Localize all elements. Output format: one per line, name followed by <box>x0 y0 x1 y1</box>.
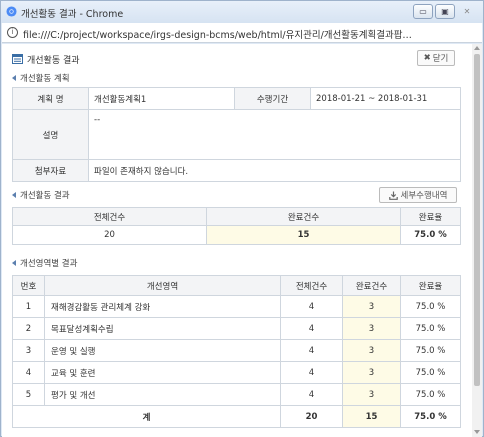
vertical-scrollbar[interactable] <box>472 44 482 437</box>
result-table: 전체건수 완료건수 완료율 20 15 75.0 % <box>12 207 461 245</box>
result-total: 20 <box>12 225 207 245</box>
row-rate: 75.0 % <box>400 383 461 406</box>
section-arrow-icon <box>12 75 16 81</box>
areas-section-label: 개선영역별 결과 <box>20 259 78 269</box>
info-icon[interactable]: i <box>7 27 18 38</box>
plan-period-label: 수행기간 <box>234 87 311 110</box>
row-rate: 75.0 % <box>400 361 461 384</box>
row-area: 교육 및 훈련 <box>44 361 281 384</box>
total-count: 20 <box>280 405 343 428</box>
row-number: 3 <box>12 339 45 362</box>
plan-attach-label: 첨부자료 <box>12 159 89 182</box>
total-label: 계 <box>12 405 281 428</box>
row-number: 2 <box>12 317 45 340</box>
plan-section-title: 개선활동 계획 <box>12 72 70 84</box>
row-rate: 75.0 % <box>400 295 461 318</box>
scroll-up-arrow-icon[interactable] <box>474 46 480 50</box>
plan-table: 계획 명 개선활동계획1 수행기간 2018-01-21 ~ 2018-01-3… <box>12 87 461 182</box>
row-total: 4 <box>280 339 343 362</box>
close-window-button[interactable]: ✕ <box>457 4 477 19</box>
title-bar[interactable]: 개선활동 결과 - Chrome ▭ ▣ ✕ <box>1 1 483 23</box>
row-number: 4 <box>12 361 45 384</box>
row-done: 3 <box>342 383 401 406</box>
plan-name-value: 개선활동계획1 <box>88 87 235 110</box>
result-rate: 75.0 % <box>400 225 461 245</box>
row-total: 4 <box>280 295 343 318</box>
row-number: 1 <box>12 295 45 318</box>
plan-section-label: 개선활동 계획 <box>20 74 70 84</box>
detail-history-label: 세부수행내역 <box>400 191 448 201</box>
chrome-icon <box>6 6 17 17</box>
plan-desc-value: -- <box>88 109 461 160</box>
plan-attach-value: 파일이 존재하지 않습니다. <box>88 159 461 182</box>
row-area: 재해경감활동 관리체계 강화 <box>44 295 281 318</box>
result-section-title: 개선활동 결과 <box>12 189 70 201</box>
row-total: 4 <box>280 317 343 340</box>
page-header: 개선활동 결과 <box>12 52 80 66</box>
row-area: 운영 및 실행 <box>44 339 281 362</box>
row-rate: 75.0 % <box>400 339 461 362</box>
row-done: 3 <box>342 317 401 340</box>
areas-header-rate: 완료율 <box>400 275 461 296</box>
table-row: 1 재해경감활동 관리체계 강화 4 3 75.0 % <box>12 295 461 318</box>
areas-header-no: 번호 <box>12 275 45 296</box>
table-row: 2 목표달성계획수립 4 3 75.0 % <box>12 317 461 340</box>
window-list-icon <box>12 54 23 64</box>
total-rate: 75.0 % <box>400 405 461 428</box>
total-done: 15 <box>342 405 401 428</box>
table-row: 4 교육 및 훈련 4 3 75.0 % <box>12 361 461 384</box>
window-title: 개선활동 결과 - Chrome <box>21 9 124 20</box>
download-icon <box>388 191 398 200</box>
areas-table: 번호 개선영역 전체건수 완료건수 완료율 1 재해경감활동 관리체계 강화 4… <box>12 275 461 428</box>
result-header-total: 전체건수 <box>12 207 207 226</box>
detail-history-button[interactable]: 세부수행내역 <box>379 187 457 203</box>
row-area: 목표달성계획수립 <box>44 317 281 340</box>
browser-window: 개선활동 결과 - Chrome ▭ ▣ ✕ i file:///C:/proj… <box>0 0 484 437</box>
row-total: 4 <box>280 383 343 406</box>
page-title: 개선활동 결과 <box>27 55 80 66</box>
section-arrow-icon <box>12 260 16 266</box>
plan-desc-label: 설명 <box>12 109 89 160</box>
areas-section-title: 개선영역별 결과 <box>12 257 77 269</box>
row-done: 3 <box>342 361 401 384</box>
result-row: 20 15 75.0 % <box>12 225 461 245</box>
row-area: 평가 및 개선 <box>44 383 281 406</box>
scroll-thumb[interactable] <box>474 54 480 386</box>
row-done: 3 <box>342 339 401 362</box>
scroll-down-arrow-icon[interactable] <box>474 430 480 434</box>
plan-period-value: 2018-01-21 ~ 2018-01-31 <box>310 87 461 110</box>
areas-header-area: 개선영역 <box>44 275 281 296</box>
result-header-done: 완료건수 <box>206 207 401 226</box>
result-done: 15 <box>206 225 401 245</box>
result-header-rate: 완료율 <box>400 207 461 226</box>
close-button[interactable]: ✖ 닫기 <box>417 50 455 66</box>
row-rate: 75.0 % <box>400 317 461 340</box>
row-number: 5 <box>12 383 45 406</box>
table-row: 3 운영 및 실행 4 3 75.0 % <box>12 339 461 362</box>
table-row: 5 평가 및 개선 4 3 75.0 % <box>12 383 461 406</box>
row-done: 3 <box>342 295 401 318</box>
section-arrow-icon <box>12 192 16 198</box>
row-total: 4 <box>280 361 343 384</box>
areas-header-done: 완료건수 <box>342 275 401 296</box>
window-controls: ▭ ▣ ✕ <box>411 4 477 19</box>
url-text[interactable]: file:///C:/project/workspace/irgs-design… <box>23 27 478 41</box>
plan-name-label: 계획 명 <box>12 87 89 110</box>
areas-header-total: 전체건수 <box>280 275 343 296</box>
address-bar: i file:///C:/project/workspace/irgs-desi… <box>2 23 482 43</box>
maximize-button[interactable]: ▣ <box>435 4 455 19</box>
result-section-label: 개선활동 결과 <box>20 191 70 201</box>
close-button-label: 닫기 <box>432 54 449 64</box>
popup-content: 개선활동 결과 ✖ 닫기 개선활동 계획 계획 명 개선활동계획1 수행기간 2… <box>2 44 482 437</box>
total-row: 계 20 15 75.0 % <box>12 405 461 428</box>
close-icon: ✖ <box>423 53 431 63</box>
minimize-button[interactable]: ▭ <box>413 4 433 19</box>
